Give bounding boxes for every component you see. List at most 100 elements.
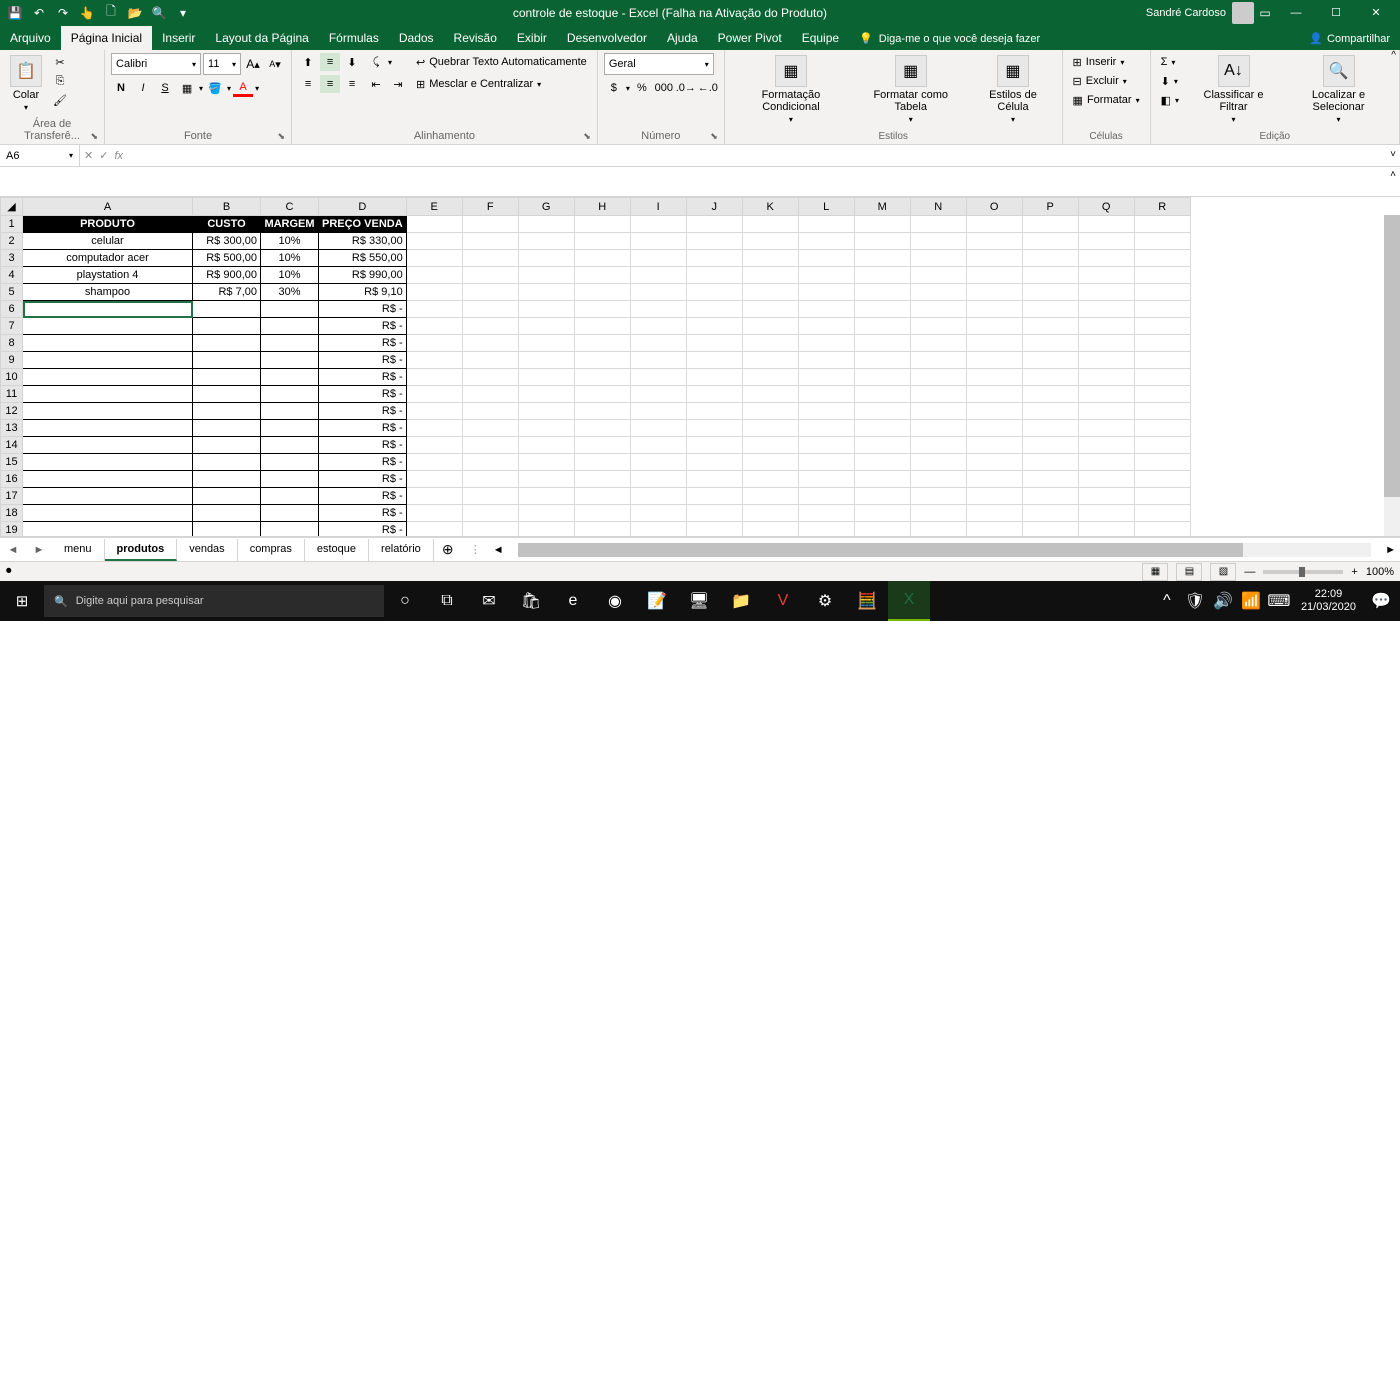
- cell-F4[interactable]: [462, 267, 518, 284]
- cell-P8[interactable]: [1022, 335, 1078, 352]
- cell-D8[interactable]: R$ -: [319, 335, 407, 352]
- align-top-button[interactable]: ⬆: [298, 53, 318, 71]
- fx-button[interactable]: fx: [114, 150, 123, 162]
- cell-D13[interactable]: R$ -: [319, 420, 407, 437]
- record-macro-button[interactable]: ⏺: [6, 565, 12, 578]
- cell-A9[interactable]: [23, 352, 193, 369]
- sheet-nav-next[interactable]: ►: [26, 544, 52, 556]
- row-header-7[interactable]: 7: [1, 318, 23, 335]
- cell-Q16[interactable]: [1078, 471, 1134, 488]
- cell-E16[interactable]: [406, 471, 462, 488]
- cell-I14[interactable]: [630, 437, 686, 454]
- cell-I15[interactable]: [630, 454, 686, 471]
- cell-R3[interactable]: [1134, 250, 1190, 267]
- cell-G2[interactable]: [518, 233, 574, 250]
- cell-B9[interactable]: [193, 352, 261, 369]
- cell-I4[interactable]: [630, 267, 686, 284]
- shrink-font-button[interactable]: A▾: [265, 55, 285, 73]
- chrome-app-icon[interactable]: ◉: [594, 581, 636, 621]
- cell-A5[interactable]: shampoo: [23, 284, 193, 301]
- app-icon-misc[interactable]: ⚙: [804, 581, 846, 621]
- cell-M14[interactable]: [854, 437, 910, 454]
- collapse-formula-bar-button[interactable]: ˄: [1390, 169, 1396, 180]
- cell-K5[interactable]: [742, 284, 798, 301]
- tab-desenvolvedor[interactable]: Desenvolvedor: [557, 26, 657, 50]
- tab-dados[interactable]: Dados: [389, 26, 444, 50]
- cell-I5[interactable]: [630, 284, 686, 301]
- scroll-left-button[interactable]: ◄: [493, 544, 504, 556]
- cell-M16[interactable]: [854, 471, 910, 488]
- column-header-A[interactable]: A: [23, 198, 193, 216]
- cell-F8[interactable]: [462, 335, 518, 352]
- cell-G16[interactable]: [518, 471, 574, 488]
- cell-A11[interactable]: [23, 386, 193, 403]
- cell-R7[interactable]: [1134, 318, 1190, 335]
- sheet-tab-estoque[interactable]: estoque: [305, 539, 369, 561]
- italic-button[interactable]: I: [133, 79, 153, 97]
- cell-A15[interactable]: [23, 454, 193, 471]
- tray-volume-icon[interactable]: 🔊: [1211, 581, 1235, 621]
- cell-I11[interactable]: [630, 386, 686, 403]
- decrease-decimal-button[interactable]: ←.0: [698, 79, 718, 97]
- sheet-tab-produtos[interactable]: produtos: [105, 539, 178, 561]
- start-button[interactable]: ⊞: [0, 581, 44, 621]
- cell-F3[interactable]: [462, 250, 518, 267]
- cell-Q9[interactable]: [1078, 352, 1134, 369]
- cancel-formula-button[interactable]: ✕: [84, 149, 93, 162]
- cell-R12[interactable]: [1134, 403, 1190, 420]
- sort-filter-button[interactable]: A↓ Classificar e Filtrar▾: [1187, 53, 1280, 126]
- customize-qat-button[interactable]: ▾: [172, 2, 194, 24]
- expand-formula-bar-button[interactable]: ˅: [1390, 149, 1396, 160]
- cell-B3[interactable]: R$ 500,00: [193, 250, 261, 267]
- cell-E1[interactable]: [406, 216, 462, 233]
- cell-O12[interactable]: [966, 403, 1022, 420]
- cell-D19[interactable]: R$ -: [319, 522, 407, 538]
- cell-C5[interactable]: 30%: [261, 284, 319, 301]
- cell-R9[interactable]: [1134, 352, 1190, 369]
- store-app-icon[interactable]: 🛍: [510, 581, 552, 621]
- spreadsheet-grid[interactable]: ◢ABCDEFGHIJKLMNOPQR1PRODUTOCUSTOMARGEMPR…: [0, 197, 1400, 537]
- tab-powerpivot[interactable]: Power Pivot: [708, 26, 792, 50]
- normal-view-button[interactable]: ▦: [1142, 563, 1168, 581]
- column-header-N[interactable]: N: [910, 198, 966, 216]
- cell-P9[interactable]: [1022, 352, 1078, 369]
- cell-G9[interactable]: [518, 352, 574, 369]
- cell-R5[interactable]: [1134, 284, 1190, 301]
- vivaldi-app-icon[interactable]: V: [762, 581, 804, 621]
- cell-Q7[interactable]: [1078, 318, 1134, 335]
- cell-G3[interactable]: [518, 250, 574, 267]
- cell-K17[interactable]: [742, 488, 798, 505]
- cell-M7[interactable]: [854, 318, 910, 335]
- tray-security-icon[interactable]: 🛡: [1183, 581, 1207, 621]
- cell-A10[interactable]: [23, 369, 193, 386]
- align-center-button[interactable]: ≡: [320, 75, 340, 93]
- cell-M6[interactable]: [854, 301, 910, 318]
- cell-C6[interactable]: [261, 301, 319, 318]
- column-header-H[interactable]: H: [574, 198, 630, 216]
- cell-G13[interactable]: [518, 420, 574, 437]
- cell-H13[interactable]: [574, 420, 630, 437]
- cell-G4[interactable]: [518, 267, 574, 284]
- cell-L17[interactable]: [798, 488, 854, 505]
- cell-B14[interactable]: [193, 437, 261, 454]
- cell-P15[interactable]: [1022, 454, 1078, 471]
- cell-O4[interactable]: [966, 267, 1022, 284]
- cell-I13[interactable]: [630, 420, 686, 437]
- tab-layout[interactable]: Layout da Página: [205, 26, 318, 50]
- row-header-14[interactable]: 14: [1, 437, 23, 454]
- cell-C2[interactable]: 10%: [261, 233, 319, 250]
- cell-Q2[interactable]: [1078, 233, 1134, 250]
- grow-font-button[interactable]: A▴: [243, 55, 263, 73]
- cell-L8[interactable]: [798, 335, 854, 352]
- fill-color-button[interactable]: 🪣: [205, 79, 225, 97]
- orientation-button[interactable]: ⤹: [366, 53, 386, 71]
- cell-Q6[interactable]: [1078, 301, 1134, 318]
- cell-Q13[interactable]: [1078, 420, 1134, 437]
- cell-N9[interactable]: [910, 352, 966, 369]
- save-button[interactable]: 💾: [4, 2, 26, 24]
- cell-G8[interactable]: [518, 335, 574, 352]
- cell-C12[interactable]: [261, 403, 319, 420]
- conditional-formatting-button[interactable]: ▦ Formatação Condicional▾: [731, 53, 851, 126]
- tab-inserir[interactable]: Inserir: [152, 26, 205, 50]
- cell-I2[interactable]: [630, 233, 686, 250]
